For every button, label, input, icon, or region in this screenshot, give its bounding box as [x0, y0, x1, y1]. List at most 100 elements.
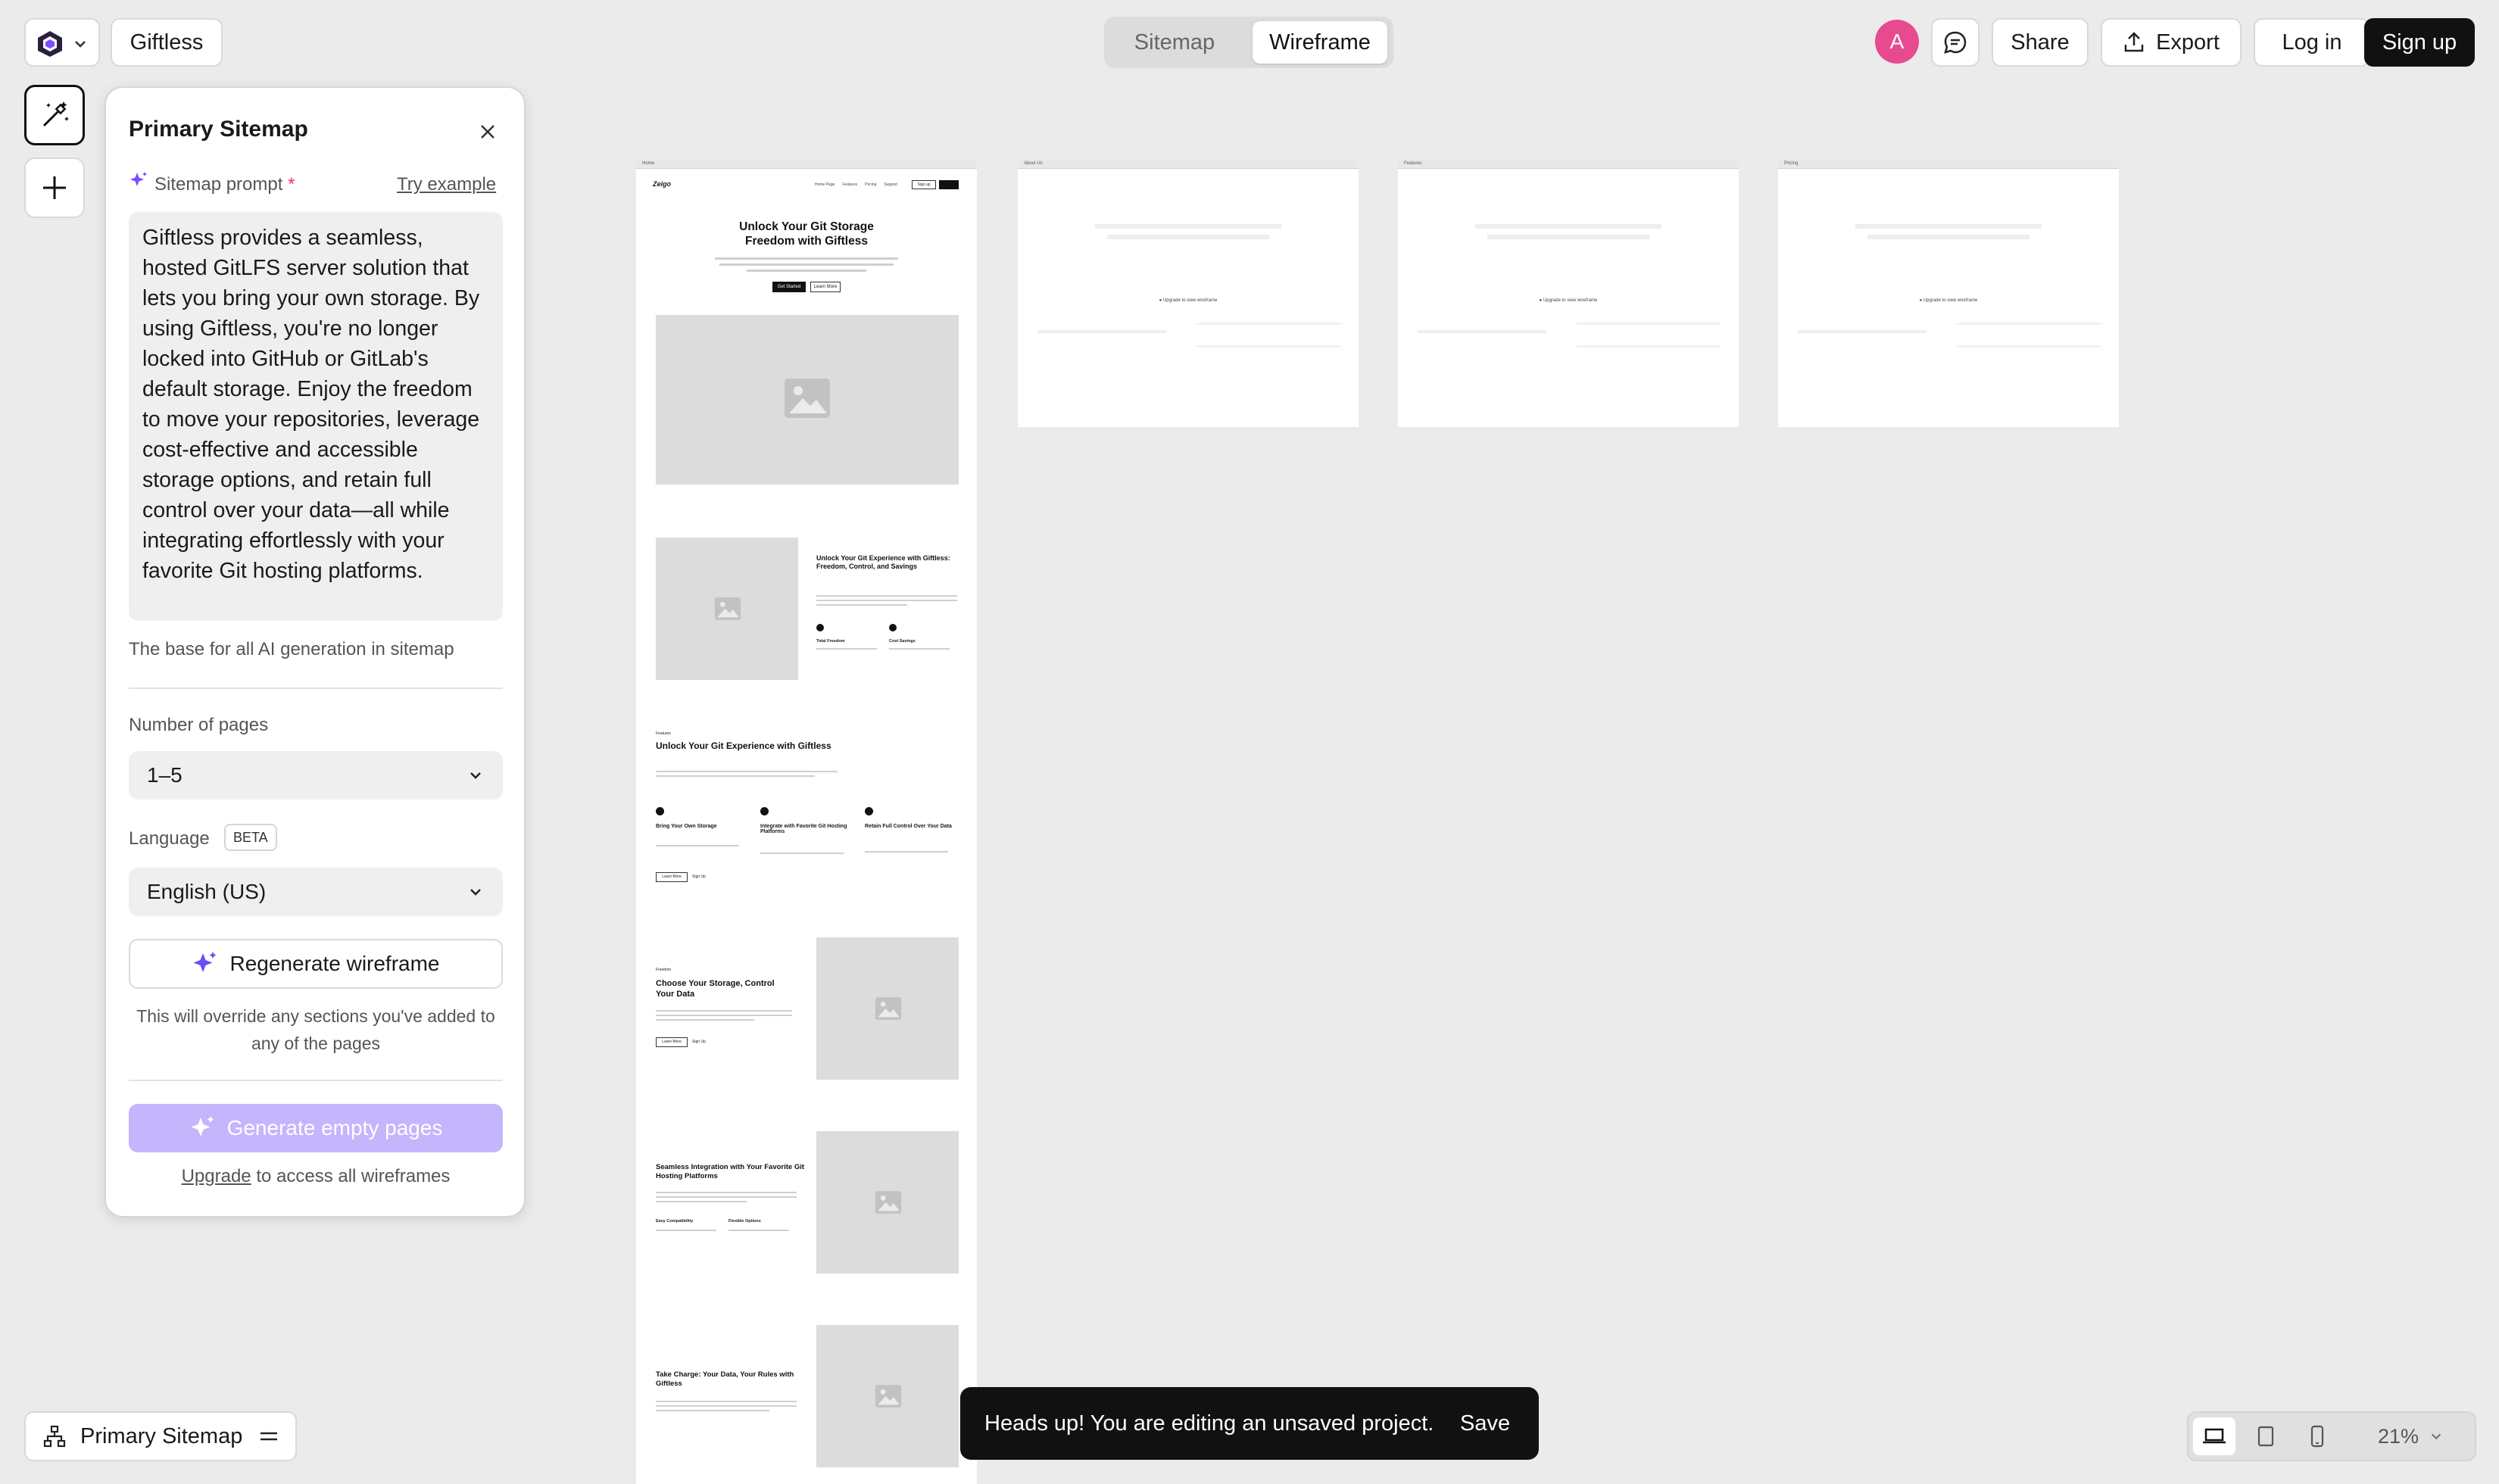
wf-text-line: [656, 775, 815, 777]
wf-hero-title: Unlock Your Git Storage Freedom with Gif…: [739, 220, 874, 248]
wf-feature-title: Total Freedom: [816, 639, 845, 644]
panel-title: Primary Sitemap: [129, 117, 308, 142]
wf-text-line: [1196, 345, 1340, 348]
desktop-view-button[interactable]: [2193, 1417, 2235, 1455]
wf-text-line: [656, 1230, 716, 1231]
wf-text-line: [656, 771, 838, 772]
upgrade-notice: ● Upgrade to view wireframe: [1919, 298, 1978, 303]
sitemap-tree-icon: [42, 1424, 67, 1448]
sitemap-selector-button[interactable]: Primary Sitemap: [24, 1411, 297, 1461]
view-switcher: Sitemap Wireframe: [1104, 17, 1393, 68]
wf-nav: Home Page Features Pricing Support: [815, 182, 897, 187]
device-zoom-controls: 21%: [2187, 1411, 2476, 1461]
chevron-down-icon: [73, 36, 88, 51]
prompt-hint: The base for all AI generation in sitema…: [129, 639, 454, 659]
wf-eyebrow: Freedom: [656, 968, 672, 972]
sitemap-panel: Primary Sitemap Sitemap prompt * Try exa…: [105, 86, 526, 1217]
plus-icon: [39, 173, 70, 203]
mobile-view-button[interactable]: [2296, 1417, 2338, 1455]
upgrade-link[interactable]: Upgrade: [182, 1166, 251, 1186]
login-button[interactable]: Log in: [2254, 18, 2370, 67]
sparkle-icon: [192, 950, 219, 977]
wf-image-placeholder: [816, 1131, 959, 1274]
wf-section-title: Unlock Your Git Experience with Giftless: [656, 740, 831, 751]
save-button[interactable]: Save: [1460, 1411, 1510, 1436]
tablet-view-button[interactable]: [2245, 1417, 2287, 1455]
logo-menu-button[interactable]: [24, 18, 100, 67]
close-button[interactable]: [473, 117, 503, 147]
zoom-select[interactable]: 21%: [2378, 1413, 2443, 1460]
pages-select[interactable]: 1–5: [129, 751, 503, 800]
image-icon: [874, 1384, 903, 1408]
wf-text-line: [728, 1230, 789, 1231]
wf-text-line: [1855, 224, 2042, 229]
wf-text-line: [865, 851, 948, 853]
share-button[interactable]: Share: [1992, 18, 2089, 67]
wf-eyebrow: Features: [656, 731, 671, 736]
wireframe-home[interactable]: Home Zeigo Home Page Features Pricing Su…: [636, 159, 977, 1484]
wf-text-line: [656, 1196, 797, 1198]
wf-feature-icon: [889, 624, 897, 631]
wf-feature-icon: [816, 624, 824, 631]
wf-text-line: [656, 1192, 797, 1193]
wf-text-line: [1577, 345, 1721, 348]
sitemap-prompt-textarea[interactable]: Giftless provides a seamless, hosted Git…: [129, 212, 503, 621]
unsaved-toast: Heads up! You are editing an unsaved pro…: [960, 1387, 1539, 1460]
wf-image-placeholder: [816, 1325, 959, 1467]
signup-button[interactable]: Sign up: [2364, 18, 2475, 67]
upgrade-note: Upgrade to access all wireframes: [181, 1166, 451, 1186]
chevron-down-icon: [2429, 1429, 2443, 1443]
sparkle-icon: [129, 171, 148, 191]
wf-logo: Zeigo: [653, 180, 671, 188]
beta-badge: BETA: [224, 824, 277, 851]
wf-feature-icon: [760, 807, 769, 815]
wf-text-line: [656, 1015, 792, 1016]
wf-nav-button: Sign up: [912, 180, 936, 189]
chevron-down-icon: [468, 884, 483, 899]
wf-text-line: [816, 595, 957, 597]
app-logo-icon: [35, 29, 65, 59]
wf-text-line: [747, 270, 866, 272]
tab-wireframe[interactable]: Wireframe: [1253, 21, 1387, 64]
wf-text-line: [1418, 330, 1546, 333]
wf-text-line: [1798, 330, 1927, 333]
wf-text-line: [656, 1401, 797, 1402]
wf-feature-title: Bring Your Own Storage: [656, 824, 717, 829]
wf-feature-title: Integrate with Favorite Git Hosting Plat…: [760, 824, 847, 834]
wireframe-pricing[interactable]: Pricing ● Upgrade to view wireframe: [1778, 159, 2119, 427]
wf-section-title: Seamless Integration with Your Favorite …: [656, 1163, 805, 1180]
tab-sitemap[interactable]: Sitemap: [1110, 21, 1239, 64]
wf-section-title: Unlock Your Git Experience with Giftless…: [816, 554, 950, 570]
wf-feature-icon: [656, 807, 664, 815]
project-name-button[interactable]: Giftless: [111, 18, 223, 67]
wf-text-line: [1577, 323, 1721, 325]
add-button[interactable]: [24, 157, 85, 218]
wf-text-line: [656, 1410, 769, 1411]
divider: [129, 687, 503, 689]
avatar[interactable]: A: [1875, 20, 1919, 64]
generate-empty-pages-button[interactable]: Generate empty pages: [129, 1104, 503, 1152]
wf-hero-button: Learn More: [810, 282, 841, 292]
image-icon: [783, 377, 831, 419]
menu-icon: [259, 1429, 279, 1444]
comments-button[interactable]: [1931, 18, 1980, 67]
wf-link: Sign Up: [692, 1040, 706, 1044]
regenerate-wireframe-button[interactable]: Regenerate wireframe: [129, 939, 503, 989]
wireframe-features[interactable]: Features ● Upgrade to view wireframe: [1398, 159, 1739, 427]
wf-feature-title: Flexible Options: [728, 1219, 761, 1224]
language-select[interactable]: English (US): [129, 868, 503, 916]
ai-wand-tool-button[interactable]: [24, 85, 85, 145]
export-button[interactable]: Export: [2101, 18, 2242, 67]
wf-text-line: [1957, 345, 2101, 348]
wireframe-tab-bar: Features: [1398, 159, 1739, 169]
close-icon: [473, 117, 503, 147]
wireframe-about-us[interactable]: About Us ● Upgrade to view wireframe: [1018, 159, 1359, 427]
try-example-link[interactable]: Try example: [397, 174, 496, 195]
wf-text-line: [1107, 235, 1269, 239]
wf-section-title: Choose Your Storage, Control Your Data: [656, 979, 775, 999]
wf-text-line: [1475, 224, 1661, 229]
wf-section-title: Take Charge: Your Data, Your Rules with …: [656, 1370, 794, 1388]
wf-nav-dark-button: [939, 180, 959, 189]
sparkle-icon: [189, 1115, 217, 1142]
wireframe-tab-bar: About Us: [1018, 159, 1359, 169]
